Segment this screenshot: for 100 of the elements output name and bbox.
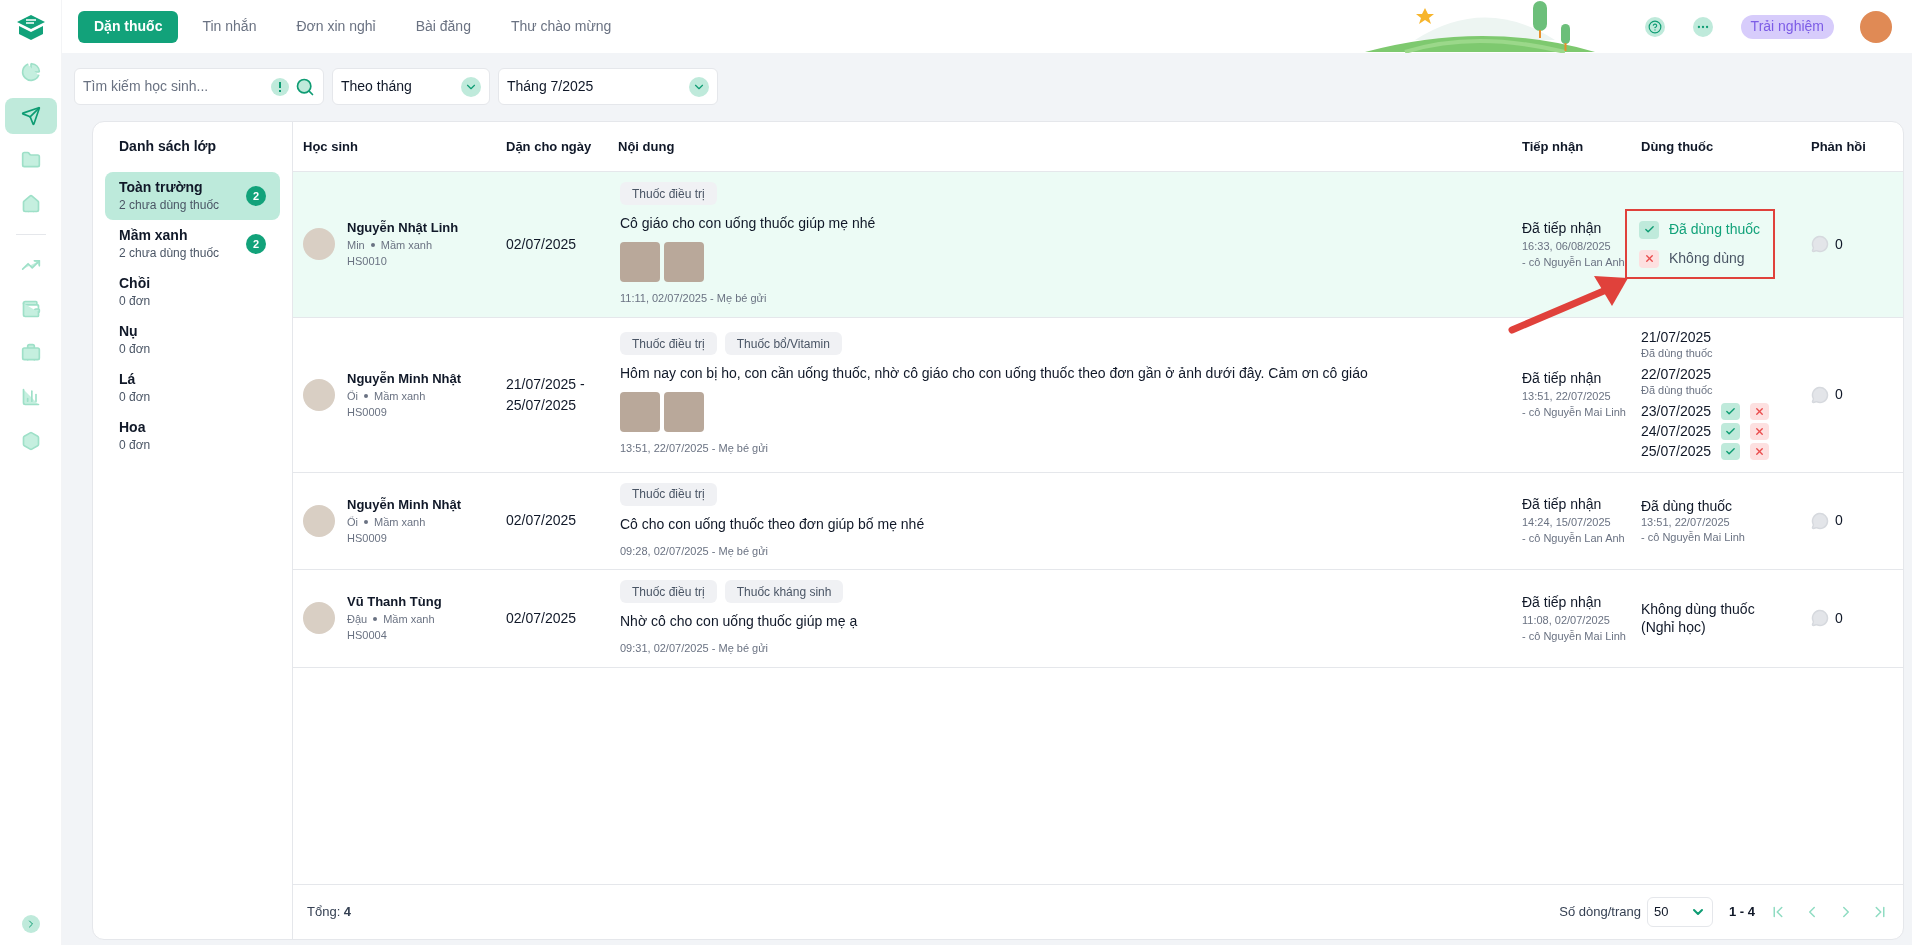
student-code: HS0004 <box>347 628 388 644</box>
reception-teacher: - cô Nguyễn Lan Anh <box>1522 254 1626 270</box>
student-nickname: Ổi <box>347 388 358 404</box>
confirm-button[interactable] <box>1721 403 1741 420</box>
student-name: Nguyễn Minh Nhật <box>347 369 462 388</box>
sent-info: 09:28, 02/07/2025 - Mẹ bé gửi <box>620 543 770 559</box>
close-icon <box>1754 406 1766 417</box>
medicine-tag: Thuốc điều trị <box>620 482 717 506</box>
class-list-item[interactable]: Chồi 0 đơn <box>105 268 280 316</box>
class-summary: 2 chưa dùng thuốc <box>119 245 221 262</box>
student-nickname: Đậu <box>347 612 368 628</box>
folder-icon <box>20 150 41 170</box>
class-name: Lá <box>119 370 137 389</box>
reception-status: Đã tiếp nhận <box>1522 369 1603 388</box>
medication-teacher: - cô Nguyễn Mai Linh <box>1641 529 1745 545</box>
class-name: Chồi <box>119 274 152 293</box>
medication-date: 24/07/2025 <box>1641 422 1712 441</box>
reception-time: 11:08, 02/07/2025 <box>1522 612 1611 628</box>
confirm-button[interactable] <box>1639 220 1659 239</box>
reception-time: 13:51, 22/07/2025 <box>1522 389 1612 404</box>
medicine-tag: Thuốc kháng sinh <box>724 580 844 603</box>
photo-placeholder[interactable] <box>664 392 704 433</box>
class-name: Hoa <box>119 418 147 437</box>
medicine-tag: Thuốc bổ/Vitamin <box>724 332 842 356</box>
search-icon[interactable] <box>295 76 315 97</box>
class-list-item[interactable]: Nụ 0 đơn <box>105 316 280 364</box>
confirm-button[interactable] <box>1721 443 1741 460</box>
comment-icon[interactable] <box>1811 609 1829 628</box>
message-text: Hôm nay con bị ho, con cần uống thuốc, nhờ cô giáo cho con uống thuốc theo đơn gần ở ảnh dưới đây. Cảm ơn cô giáo <box>620 364 1369 384</box>
more-button[interactable] <box>1692 16 1713 37</box>
avatar-placeholder[interactable] <box>1860 10 1892 43</box>
class-name: Toàn trường <box>119 178 204 197</box>
reception-status: Đã tiếp nhận <box>1522 495 1603 515</box>
prescription-date: 02/07/2025 <box>506 608 577 628</box>
reply-count: 0 <box>1835 608 1843 628</box>
tab[interactable]: Bài đăng <box>399 10 487 43</box>
sidebar-nav-button[interactable] <box>4 98 57 134</box>
reception-teacher: - cô Nguyễn Mai Linh <box>1522 405 1627 420</box>
reject-button[interactable] <box>1750 423 1770 440</box>
pie-chart-icon <box>20 62 41 82</box>
rows-per-page-label: Số dòng/trang <box>1559 903 1641 922</box>
class-summary: 0 đơn <box>119 341 152 358</box>
search-input[interactable]: Tìm kiếm học sinh... <box>83 76 265 97</box>
comment-icon[interactable] <box>1811 385 1829 404</box>
prescription-date: 02/07/2025 <box>506 511 577 531</box>
expand-sidebar-button[interactable] <box>21 915 40 933</box>
reception-status: Đã tiếp nhận <box>1522 218 1603 238</box>
reception-time: 14:24, 15/07/2025 <box>1522 515 1612 531</box>
send-icon <box>20 106 41 126</box>
reply-count: 0 <box>1835 385 1843 404</box>
chevron-down-icon <box>689 76 709 97</box>
class-list-item[interactable]: Lá 0 đơn <box>105 364 280 412</box>
reject-button[interactable] <box>1639 249 1659 268</box>
student-name: Nguyễn Minh Nhật <box>347 495 462 514</box>
reception-teacher: - cô Nguyễn Lan Anh <box>1522 531 1626 547</box>
period-select[interactable]: Theo tháng <box>332 68 490 105</box>
reply-count: 0 <box>1835 511 1843 531</box>
rows-per-page-select[interactable]: 50 <box>1647 897 1713 927</box>
student-photo-placeholder <box>303 504 335 537</box>
close-icon <box>1643 253 1655 265</box>
chevron-down-icon <box>461 76 481 97</box>
month-select[interactable]: Tháng 7/2025 <box>498 68 718 105</box>
close-icon <box>1754 446 1766 457</box>
search-field[interactable]: Tìm kiếm học sinh... <box>74 68 324 105</box>
table-row[interactable] <box>293 172 1903 318</box>
student-class: Mầm xanh <box>383 612 435 628</box>
student-name: Nguyễn Nhật Linh <box>347 219 459 238</box>
reject-button[interactable] <box>1750 443 1770 460</box>
medicine-tag: Thuốc điều trị <box>620 182 717 205</box>
class-list-item[interactable]: Toàn trường 2 chưa dùng thuốc 2 <box>105 172 280 220</box>
class-list-title: Danh sách lớp <box>118 137 218 156</box>
medication-time: 13:51, 22/07/2025 <box>1641 514 1731 530</box>
reply-count: 0 <box>1835 234 1843 254</box>
comment-icon[interactable] <box>1811 235 1829 254</box>
class-name: Nụ <box>119 322 139 341</box>
column-header: Phản hồi <box>1810 137 1867 156</box>
photo-placeholder[interactable] <box>620 392 660 433</box>
help-button[interactable] <box>1644 16 1665 37</box>
tab[interactable]: Thư chào mừng <box>494 10 628 43</box>
class-summary: 2 chưa dùng thuốc <box>119 197 221 214</box>
column-header: Tiếp nhận <box>1521 137 1585 156</box>
medication-option[interactable]: Không dùng <box>1669 248 1745 270</box>
prescription-date: 21/07/2025 - 25/07/2025 <box>506 374 586 415</box>
class-name: Mầm xanh <box>119 226 189 245</box>
column-header: Dặn cho ngày <box>506 137 593 156</box>
tab[interactable]: Tin nhắn <box>186 10 273 43</box>
bar-chart-icon <box>20 387 41 407</box>
comment-icon[interactable] <box>1811 511 1829 530</box>
confirm-button[interactable] <box>1721 423 1741 440</box>
student-code: HS0010 <box>347 254 388 270</box>
reject-button[interactable] <box>1750 403 1770 420</box>
class-list-item[interactable]: Mầm xanh 2 chưa dùng thuốc 2 <box>105 220 280 268</box>
check-icon <box>1725 426 1737 437</box>
tab[interactable]: Đơn xin nghỉ <box>280 10 392 43</box>
count-badge: 2 <box>246 186 266 206</box>
student-class: Mầm xanh <box>374 388 426 404</box>
hexagon-icon <box>20 431 41 451</box>
student-class: Mầm xanh <box>374 514 426 530</box>
class-list-item[interactable]: Hoa 0 đơn <box>105 412 280 460</box>
column-header: Dùng thuốc <box>1641 137 1715 156</box>
